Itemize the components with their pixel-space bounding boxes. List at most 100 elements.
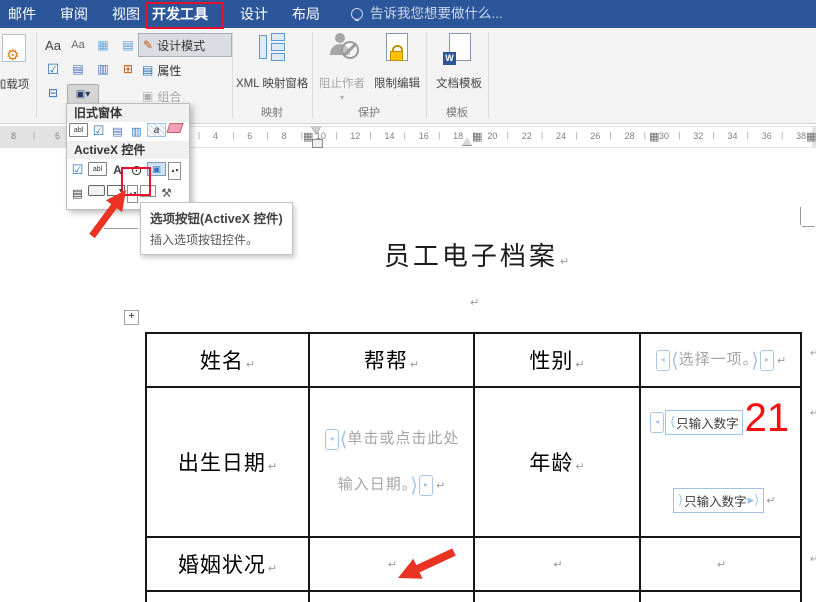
content-control-start-anchor[interactable]: ◂ bbox=[655, 349, 670, 371]
date-placeholder-line1[interactable]: ◂ ⟨单击或点击此处 bbox=[310, 427, 473, 451]
ruler-mark: | bbox=[335, 131, 338, 140]
hanging-indent-marker[interactable] bbox=[462, 132, 472, 145]
content-control-start-anchor[interactable]: ◂ bbox=[650, 412, 664, 433]
table-cell-empty[interactable]: ↵ bbox=[639, 536, 802, 592]
ruler-mark: 32 bbox=[693, 131, 704, 141]
ruler-mark: | bbox=[232, 131, 235, 140]
cell-birth-label[interactable]: 出生日期 ↵ bbox=[145, 386, 310, 538]
cell-name-label[interactable]: 姓名 ↵ bbox=[145, 332, 310, 388]
tab-2[interactable]: 审阅 bbox=[60, 0, 88, 28]
ruler-mark: 28 bbox=[624, 131, 635, 141]
table-column-marker[interactable]: ▦ bbox=[806, 130, 816, 143]
table-column-marker[interactable]: ▦ bbox=[472, 130, 482, 143]
table-cell-empty[interactable] bbox=[308, 590, 475, 602]
date-placeholder-line2[interactable]: 输入日期。⟩ ▸ ↵ bbox=[310, 473, 473, 497]
addins-button-label[interactable]: 加载项 bbox=[0, 76, 36, 92]
placeholder-text: 输入日期。 bbox=[337, 476, 411, 494]
legacy-tools-icon[interactable]: ▣▾ bbox=[67, 84, 99, 104]
properties-button[interactable]: ▤ 属性 bbox=[138, 59, 206, 81]
dropdown-field-icon[interactable]: ▤ bbox=[109, 123, 126, 139]
tag-chevron: ▸⟩ bbox=[747, 493, 760, 508]
cell-marital-label[interactable]: 婚姻状况 ↵ bbox=[145, 536, 310, 592]
shaded-text-icon[interactable]: a bbox=[147, 123, 166, 137]
number-control-tag[interactable]: ⟩ 只输入数字 ▸⟩ bbox=[673, 488, 765, 513]
block-authors-button: 阻止作者 ▾ bbox=[316, 33, 368, 105]
protect-group-label: 保护 bbox=[358, 107, 380, 119]
horizontal-frame-icon[interactable]: ▥ bbox=[128, 123, 145, 139]
checkbox-activex-icon[interactable]: ☑ bbox=[69, 162, 86, 178]
tab-6[interactable]: 布局 bbox=[292, 0, 320, 28]
document-template-icon: W bbox=[443, 33, 471, 65]
picture-content-icon[interactable]: ▦ bbox=[92, 36, 114, 54]
checkbox-icon[interactable]: ☑ bbox=[90, 123, 107, 139]
textbox-activex-icon[interactable]: abl bbox=[88, 162, 107, 176]
paragraph-mark: ↵ bbox=[470, 297, 480, 309]
block-authors-dropdown-arrow: ▾ bbox=[339, 93, 344, 102]
end-of-row-mark: ↵ bbox=[810, 348, 816, 359]
cell-text: 婚姻状况 bbox=[177, 554, 266, 577]
number-control-tag[interactable]: ⟨ 只输入数字 bbox=[665, 410, 743, 435]
ruler-mark: | bbox=[438, 131, 441, 140]
ruler-mark: 18 bbox=[453, 131, 464, 141]
content-control-end-anchor[interactable]: ▸ bbox=[419, 474, 434, 496]
combobox-content-icon[interactable]: ▤ bbox=[67, 60, 89, 78]
listbox-activex-icon[interactable]: ▤ bbox=[69, 185, 86, 201]
cell-age-controls[interactable]: ◂ ⟨ 只输入数字 21 ⟩ 只输入数字 ▸⟩ ↵ bbox=[639, 386, 802, 538]
plain-text-icon[interactable]: Aa bbox=[67, 36, 89, 54]
table-cell-empty[interactable] bbox=[639, 590, 802, 602]
paragraph-mark: ↵ bbox=[409, 359, 420, 371]
tag-label: 只输入数字 bbox=[676, 417, 739, 431]
ruler-mark: 36 bbox=[761, 131, 772, 141]
cell-birth-control[interactable]: ◂ ⟨单击或点击此处 输入日期。⟩ ▸ ↵ bbox=[308, 386, 475, 538]
tab-5[interactable]: 设计 bbox=[240, 0, 268, 28]
xml-mapping-pane-button[interactable]: XML 映射窗格 bbox=[236, 33, 308, 105]
content-control-start-anchor[interactable]: ◂ bbox=[324, 428, 339, 450]
lightbulb-icon bbox=[351, 8, 363, 21]
document-template-button[interactable]: W 文档模板 bbox=[430, 33, 488, 105]
table-column-marker[interactable]: ▦ bbox=[303, 130, 313, 143]
end-of-row-mark: ↵ bbox=[810, 554, 816, 565]
age-number-control[interactable]: ◂ ⟨ 只输入数字 21 bbox=[649, 398, 789, 442]
dropdown-list-icon[interactable]: ▥ bbox=[92, 60, 114, 78]
xml-mapping-icon bbox=[259, 33, 285, 61]
building-block-icon[interactable]: ▤ bbox=[117, 36, 139, 54]
eraser-icon[interactable] bbox=[166, 123, 184, 133]
group-divider bbox=[232, 32, 233, 118]
xml-mapping-label: XML 映射窗格 bbox=[236, 78, 309, 90]
tell-me-box[interactable]: 告诉我您想要做什么... bbox=[370, 0, 503, 28]
more-controls-activex-icon[interactable]: ⚒ bbox=[158, 185, 175, 201]
table-cell-empty[interactable] bbox=[145, 590, 310, 602]
content-control-end-anchor[interactable]: ▸ bbox=[759, 349, 774, 371]
text-field-icon[interactable]: abl bbox=[69, 123, 88, 137]
ruler-mark: 12 bbox=[350, 131, 361, 141]
text-boundary-mark bbox=[800, 207, 801, 225]
rich-text-icon[interactable]: Aa bbox=[42, 36, 64, 54]
age-number-control-2[interactable]: ⟩ 只输入数字 ▸⟩ ↵ bbox=[673, 488, 775, 513]
dropdown-placeholder[interactable]: 选择一项。 bbox=[679, 351, 752, 368]
checkbox-content-icon[interactable]: ☑ bbox=[42, 60, 64, 78]
legacy-icon-row: abl ☑ ▤ ▥ a bbox=[67, 122, 189, 141]
table-column-marker[interactable]: ▦ bbox=[649, 130, 659, 143]
ruler-mark: | bbox=[678, 131, 681, 140]
spin-button-activex-icon[interactable]: ▲▼ bbox=[168, 162, 181, 180]
date-picker-icon[interactable]: ⊞ bbox=[117, 60, 139, 78]
cell-age-label[interactable]: 年龄 ↵ bbox=[473, 386, 641, 538]
cell-gender-control[interactable]: ◂ ⟨选择一项。⟩ ▸ ↵ bbox=[639, 332, 802, 388]
design-mode-label: 设计模式 bbox=[157, 38, 206, 53]
cell-name-value[interactable]: 帮帮 ↵ bbox=[308, 332, 475, 388]
restrict-editing-button[interactable]: 限制编辑 bbox=[370, 33, 424, 105]
cell-gender-label[interactable]: 性别 ↵ bbox=[473, 332, 641, 388]
addins-gear-icon[interactable]: ⚙ bbox=[6, 46, 19, 64]
ruler-mark: | bbox=[33, 131, 36, 140]
tab-1[interactable]: 邮件 bbox=[8, 0, 36, 28]
table-cell-empty[interactable]: ↵ bbox=[473, 536, 641, 592]
cell-text: 出生日期 bbox=[177, 452, 266, 475]
ruler-mark: 34 bbox=[727, 131, 738, 141]
design-mode-button[interactable]: ✎ 设计模式 bbox=[138, 33, 232, 57]
cell-text: 姓名 bbox=[199, 350, 244, 373]
table-cell-empty[interactable] bbox=[473, 590, 641, 602]
activex-controls-header: ActiveX 控件 bbox=[67, 141, 189, 159]
table-move-handle[interactable]: + bbox=[124, 310, 139, 325]
tab-3[interactable]: 视图 bbox=[112, 0, 140, 28]
repeating-section-icon[interactable]: ⊟ bbox=[42, 84, 64, 102]
